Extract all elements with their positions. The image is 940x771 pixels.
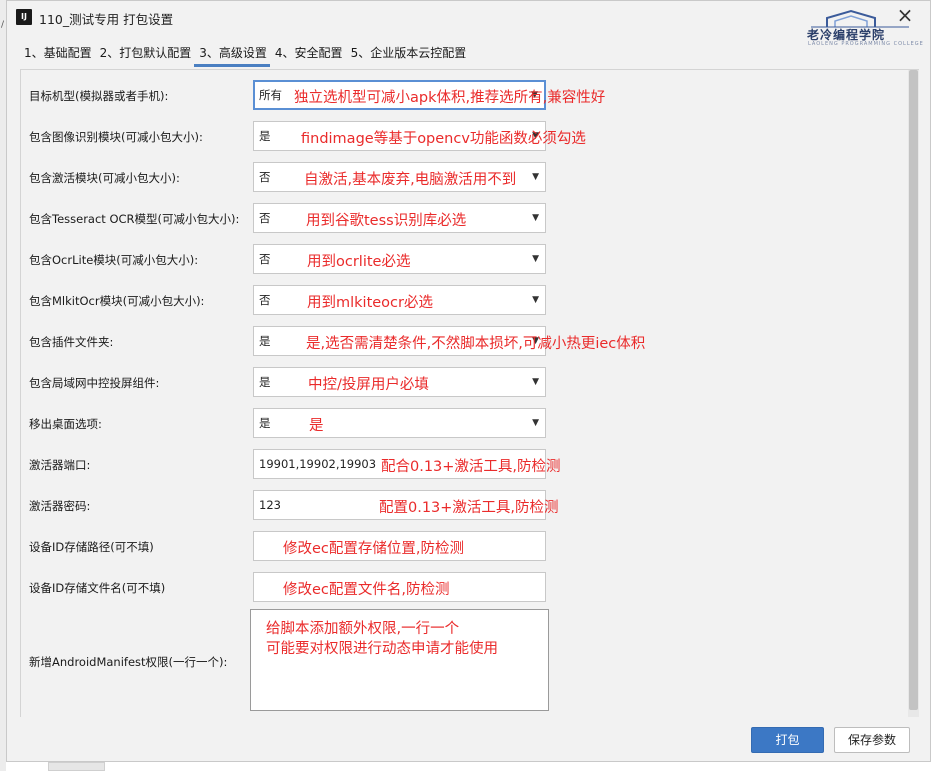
select-value: 否 bbox=[259, 211, 271, 225]
packaging-settings-dialog: IJ 110_测试专用 打包设置 × 老冷编程学院 LAOLENG PROGRA… bbox=[6, 0, 931, 762]
background-taskbar-tab bbox=[48, 762, 105, 771]
tab-security-config[interactable]: 4、安全配置 bbox=[270, 37, 346, 67]
chevron-down-icon: ▼ bbox=[532, 418, 539, 428]
chevron-down-icon: ▼ bbox=[532, 254, 539, 264]
image-recognition-label: 包含图像识别模块(可减小包大小): bbox=[29, 130, 203, 144]
scrollbar-thumb[interactable] bbox=[909, 70, 918, 710]
input-value: 123 bbox=[259, 498, 281, 512]
annotation-mlkit-ocr: 用到mlkiteocr必选 bbox=[307, 295, 433, 311]
background-window-mark: / bbox=[1, 20, 5, 30]
annotation-activator-port: 配合0.13+激活工具,防检测 bbox=[381, 459, 561, 475]
activation-module-label: 包含激活模块(可减小包大小): bbox=[29, 171, 180, 185]
lan-control-label: 包含局域网中控投屏组件: bbox=[29, 376, 160, 390]
annotation-manifest-line1: 给脚本添加额外权限,一行一个 bbox=[266, 621, 460, 637]
remove-desktop-label: 移出桌面选项: bbox=[29, 417, 102, 431]
laoleng-logo: 老冷编程学院 LAOLENG PROGRAMMING COLLEGE bbox=[805, 9, 923, 47]
intellij-app-icon: IJ bbox=[16, 9, 32, 25]
save-params-button[interactable]: 保存参数 bbox=[834, 727, 910, 753]
annotation-remove-desktop: 是 bbox=[309, 418, 324, 434]
annotation-manifest: 给脚本添加额外权限,一行一个 可能要对权限进行动态申请才能使用 bbox=[266, 619, 498, 659]
tab-enterprise-cloud-config[interactable]: 5、企业版本云控配置 bbox=[346, 37, 470, 67]
logo-subtext: LAOLENG PROGRAMMING COLLEGE bbox=[808, 41, 924, 47]
remove-desktop-select[interactable]: 是 ▼ bbox=[253, 408, 546, 438]
activator-password-label: 激活器密码: bbox=[29, 499, 91, 513]
chevron-down-icon: ▼ bbox=[532, 172, 539, 182]
panel-scrollbar[interactable] bbox=[908, 70, 919, 717]
mlkit-ocr-label: 包含MlkitOcr模块(可减小包大小): bbox=[29, 294, 205, 308]
tab-advanced-settings[interactable]: 3、高级设置 bbox=[194, 37, 270, 67]
target-device-label: 目标机型(模拟器或者手机): bbox=[29, 89, 169, 103]
manifest-permissions-label: 新增AndroidManifest权限(一行一个): bbox=[29, 655, 228, 669]
annotation-ocrlite: 用到ocrlite必选 bbox=[307, 254, 411, 270]
annotation-activation-module: 自激活,基本废弃,电脑激活用不到 bbox=[304, 172, 517, 188]
annotation-activator-password: 配置0.13+激活工具,防检测 bbox=[379, 500, 559, 516]
tesseract-ocr-label: 包含Tesseract OCR模型(可减小包大小): bbox=[29, 212, 240, 226]
settings-tabs: 1、基础配置 2、打包默认配置 3、高级设置 4、安全配置 5、企业版本云控配置 bbox=[19, 37, 469, 67]
title-bar: IJ 110_测试专用 打包设置 × bbox=[7, 1, 930, 33]
device-id-path-label: 设备ID存储路径(可不填) bbox=[29, 540, 154, 554]
activator-port-label: 激活器端口: bbox=[29, 458, 91, 472]
select-value: 否 bbox=[259, 252, 271, 266]
chevron-down-icon: ▼ bbox=[532, 295, 539, 305]
window-title: 110_测试专用 打包设置 bbox=[39, 12, 174, 27]
select-value: 是 bbox=[259, 416, 271, 430]
select-value: 是 bbox=[259, 375, 271, 389]
annotation-target-device: 独立选机型可减小apk体积,推荐选所有,兼容性好 bbox=[294, 90, 606, 106]
tab-basic-config[interactable]: 1、基础配置 bbox=[19, 37, 95, 67]
annotation-device-id-path: 修改ec配置存储位置,防检测 bbox=[283, 541, 465, 557]
annotation-device-id-filename: 修改ec配置文件名,防检测 bbox=[283, 582, 450, 598]
select-value: 否 bbox=[259, 293, 271, 307]
advanced-settings-panel: 目标机型(模拟器或者手机): 所有 ▼ 独立选机型可减小apk体积,推荐选所有,兼… bbox=[20, 69, 919, 717]
ocrlite-label: 包含OcrLite模块(可减小包大小): bbox=[29, 253, 199, 267]
select-value: 是 bbox=[259, 129, 271, 143]
select-value: 是 bbox=[259, 334, 271, 348]
annotation-image-recognition: findimage等基于opencv功能函数必须勾选 bbox=[301, 131, 586, 147]
chevron-down-icon: ▼ bbox=[532, 377, 539, 387]
device-id-filename-label: 设备ID存储文件名(可不填) bbox=[29, 581, 166, 595]
plugin-folder-label: 包含插件文件夹: bbox=[29, 335, 114, 349]
input-value: 19901,19902,19903 bbox=[259, 457, 377, 471]
chevron-down-icon: ▼ bbox=[532, 213, 539, 223]
annotation-lan-control: 中控/投屏用户必填 bbox=[308, 377, 429, 393]
annotation-plugin-folder: 是,选否需清楚条件,不然脚本损坏,可减小热更iec体积 bbox=[306, 336, 646, 352]
pack-button[interactable]: 打包 bbox=[751, 727, 824, 753]
tab-pack-default-config[interactable]: 2、打包默认配置 bbox=[95, 37, 195, 67]
select-value: 否 bbox=[259, 170, 271, 184]
select-value: 所有 bbox=[259, 88, 282, 102]
annotation-manifest-line2: 可能要对权限进行动态申请才能使用 bbox=[266, 641, 498, 657]
annotation-tesseract-ocr: 用到谷歌tess识别库必选 bbox=[306, 213, 467, 229]
